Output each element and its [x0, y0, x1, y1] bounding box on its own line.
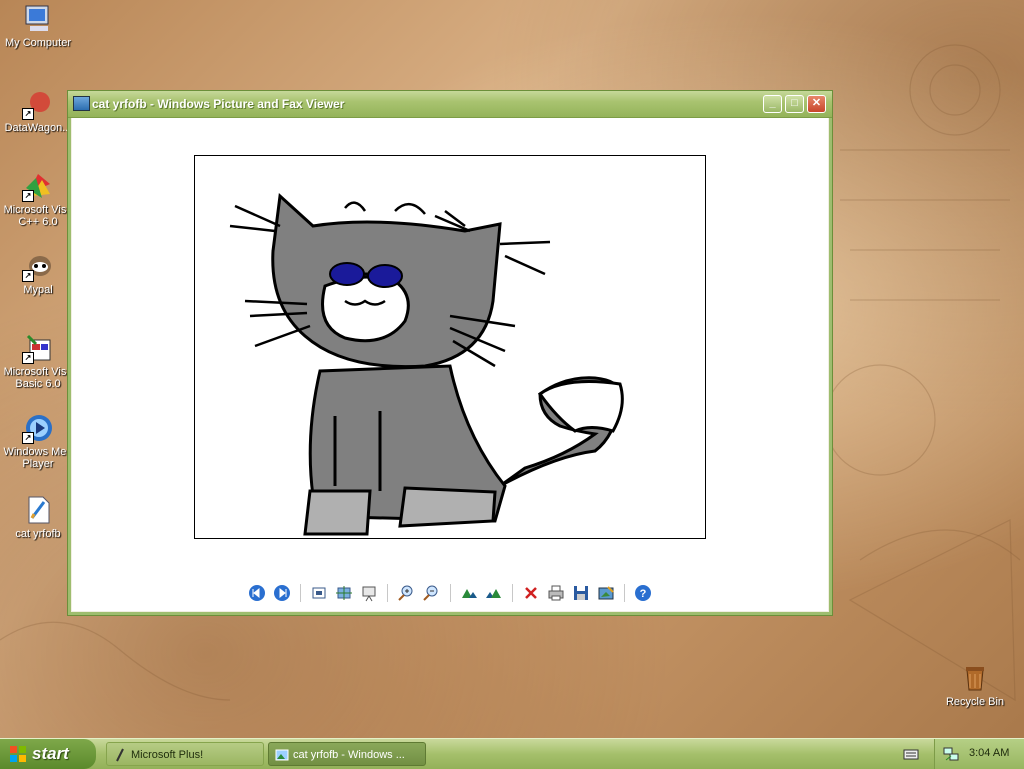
shortcut-arrow-icon: ↗	[22, 270, 34, 282]
viewer-toolbar: ?	[72, 583, 828, 605]
mypal-icon: ↗	[22, 250, 54, 282]
desktop-icon-label: Microsoft Visu Basic 6.0	[3, 366, 73, 390]
svg-text:?: ?	[640, 588, 647, 600]
toolbar-separator	[387, 584, 389, 602]
taskbar-button-label: cat yrfofb - Windows ...	[293, 749, 405, 761]
taskbar-button-label: Microsoft Plus!	[131, 749, 204, 761]
desktop-icon-label: cat yrfofb	[15, 528, 61, 540]
zoom-in-icon[interactable]	[396, 583, 416, 603]
help-icon[interactable]: ?	[633, 583, 653, 603]
desktop-icon-visual-cpp[interactable]: ↗ Microsoft Visu C++ 6.0	[0, 170, 76, 228]
slideshow-icon[interactable]	[359, 583, 379, 603]
minimize-button[interactable]: _	[763, 95, 782, 113]
media-player-icon: ↗	[22, 412, 54, 444]
desktop-icon-media-player[interactable]: ↗ Windows Med Player	[0, 412, 76, 470]
plus-icon	[116, 748, 124, 762]
recycle-bin-icon	[959, 662, 991, 694]
windows-flag-icon	[10, 746, 26, 762]
network-icon[interactable]	[943, 746, 959, 762]
previous-image-icon[interactable]	[247, 583, 267, 603]
shortcut-arrow-icon: ↗	[22, 432, 34, 444]
zoom-out-icon[interactable]	[421, 583, 441, 603]
paint-file-icon	[22, 494, 54, 526]
rotate-clockwise-icon[interactable]	[459, 583, 479, 603]
save-icon[interactable]	[571, 583, 591, 603]
toolbar-separator	[300, 584, 302, 602]
desktop-icon-cat-file[interactable]: cat yrfofb	[0, 494, 76, 540]
edit-icon[interactable]	[596, 583, 616, 603]
toolbar-separator	[624, 584, 625, 602]
window-title: cat yrfofb - Windows Picture and Fax Vie…	[92, 97, 345, 111]
toolbar-separator	[449, 584, 451, 602]
desktop-icon-recycle-bin[interactable]: Recycle Bin	[937, 662, 1013, 708]
close-button[interactable]: ✕	[807, 95, 826, 113]
desktop-icon-label: DataWagon...	[4, 122, 72, 134]
print-icon[interactable]	[546, 583, 566, 603]
desktop-icon-my-computer[interactable]: My Computer	[0, 3, 76, 49]
shortcut-arrow-icon: ↗	[22, 352, 34, 364]
start-label: start	[32, 744, 69, 763]
desktop-icon-datawagon[interactable]: ↗ DataWagon...	[0, 88, 76, 134]
displayed-image	[194, 155, 706, 539]
visual-cpp-icon: ↗	[22, 170, 54, 202]
next-image-icon[interactable]	[272, 583, 292, 603]
start-button[interactable]: start	[0, 739, 96, 769]
toolbar-separator	[511, 584, 513, 602]
shortcut-arrow-icon: ↗	[22, 108, 34, 120]
visual-basic-icon: ↗	[22, 332, 54, 364]
taskbar: start Microsoft Plus! cat yrfofb - Windo…	[0, 738, 1024, 769]
desktop-icon-visual-basic[interactable]: ↗ Microsoft Visu Basic 6.0	[0, 332, 76, 390]
desktop-icon-label: My Computer	[4, 37, 72, 49]
picture-viewer-icon	[275, 749, 289, 761]
datawagon-icon: ↗	[22, 88, 54, 120]
cat-drawing	[229, 192, 624, 536]
picture-viewer-icon	[73, 96, 90, 111]
best-fit-icon[interactable]	[309, 583, 329, 603]
actual-size-icon[interactable]	[334, 583, 354, 603]
rotate-counterclockwise-icon[interactable]	[484, 583, 504, 603]
shortcut-arrow-icon: ↗	[22, 190, 34, 202]
my-computer-icon	[22, 3, 54, 35]
picture-viewer-window[interactable]: cat yrfofb - Windows Picture and Fax Vie…	[67, 90, 833, 616]
desktop-icon-label: Microsoft Visu C++ 6.0	[3, 204, 73, 228]
delete-icon[interactable]	[521, 583, 541, 603]
clock[interactable]: 3:04 AM	[969, 747, 1009, 759]
taskbar-button-picture-viewer[interactable]: cat yrfofb - Windows ...	[268, 742, 426, 766]
keyboard-icon[interactable]	[903, 747, 919, 761]
viewer-area: ?	[72, 118, 828, 611]
desktop-icon-mypal[interactable]: ↗ Mypal	[0, 250, 76, 296]
title-bar[interactable]: cat yrfofb - Windows Picture and Fax Vie…	[68, 91, 832, 118]
system-tray: 3:04 AM	[934, 739, 1024, 769]
taskbar-button-microsoft-plus[interactable]: Microsoft Plus!	[106, 742, 264, 766]
maximize-button[interactable]: □	[785, 95, 804, 113]
desktop-icon-label: Windows Med Player	[3, 446, 73, 470]
desktop-icon-label: Recycle Bin	[945, 696, 1005, 708]
desktop-icon-label: Mypal	[23, 284, 53, 296]
